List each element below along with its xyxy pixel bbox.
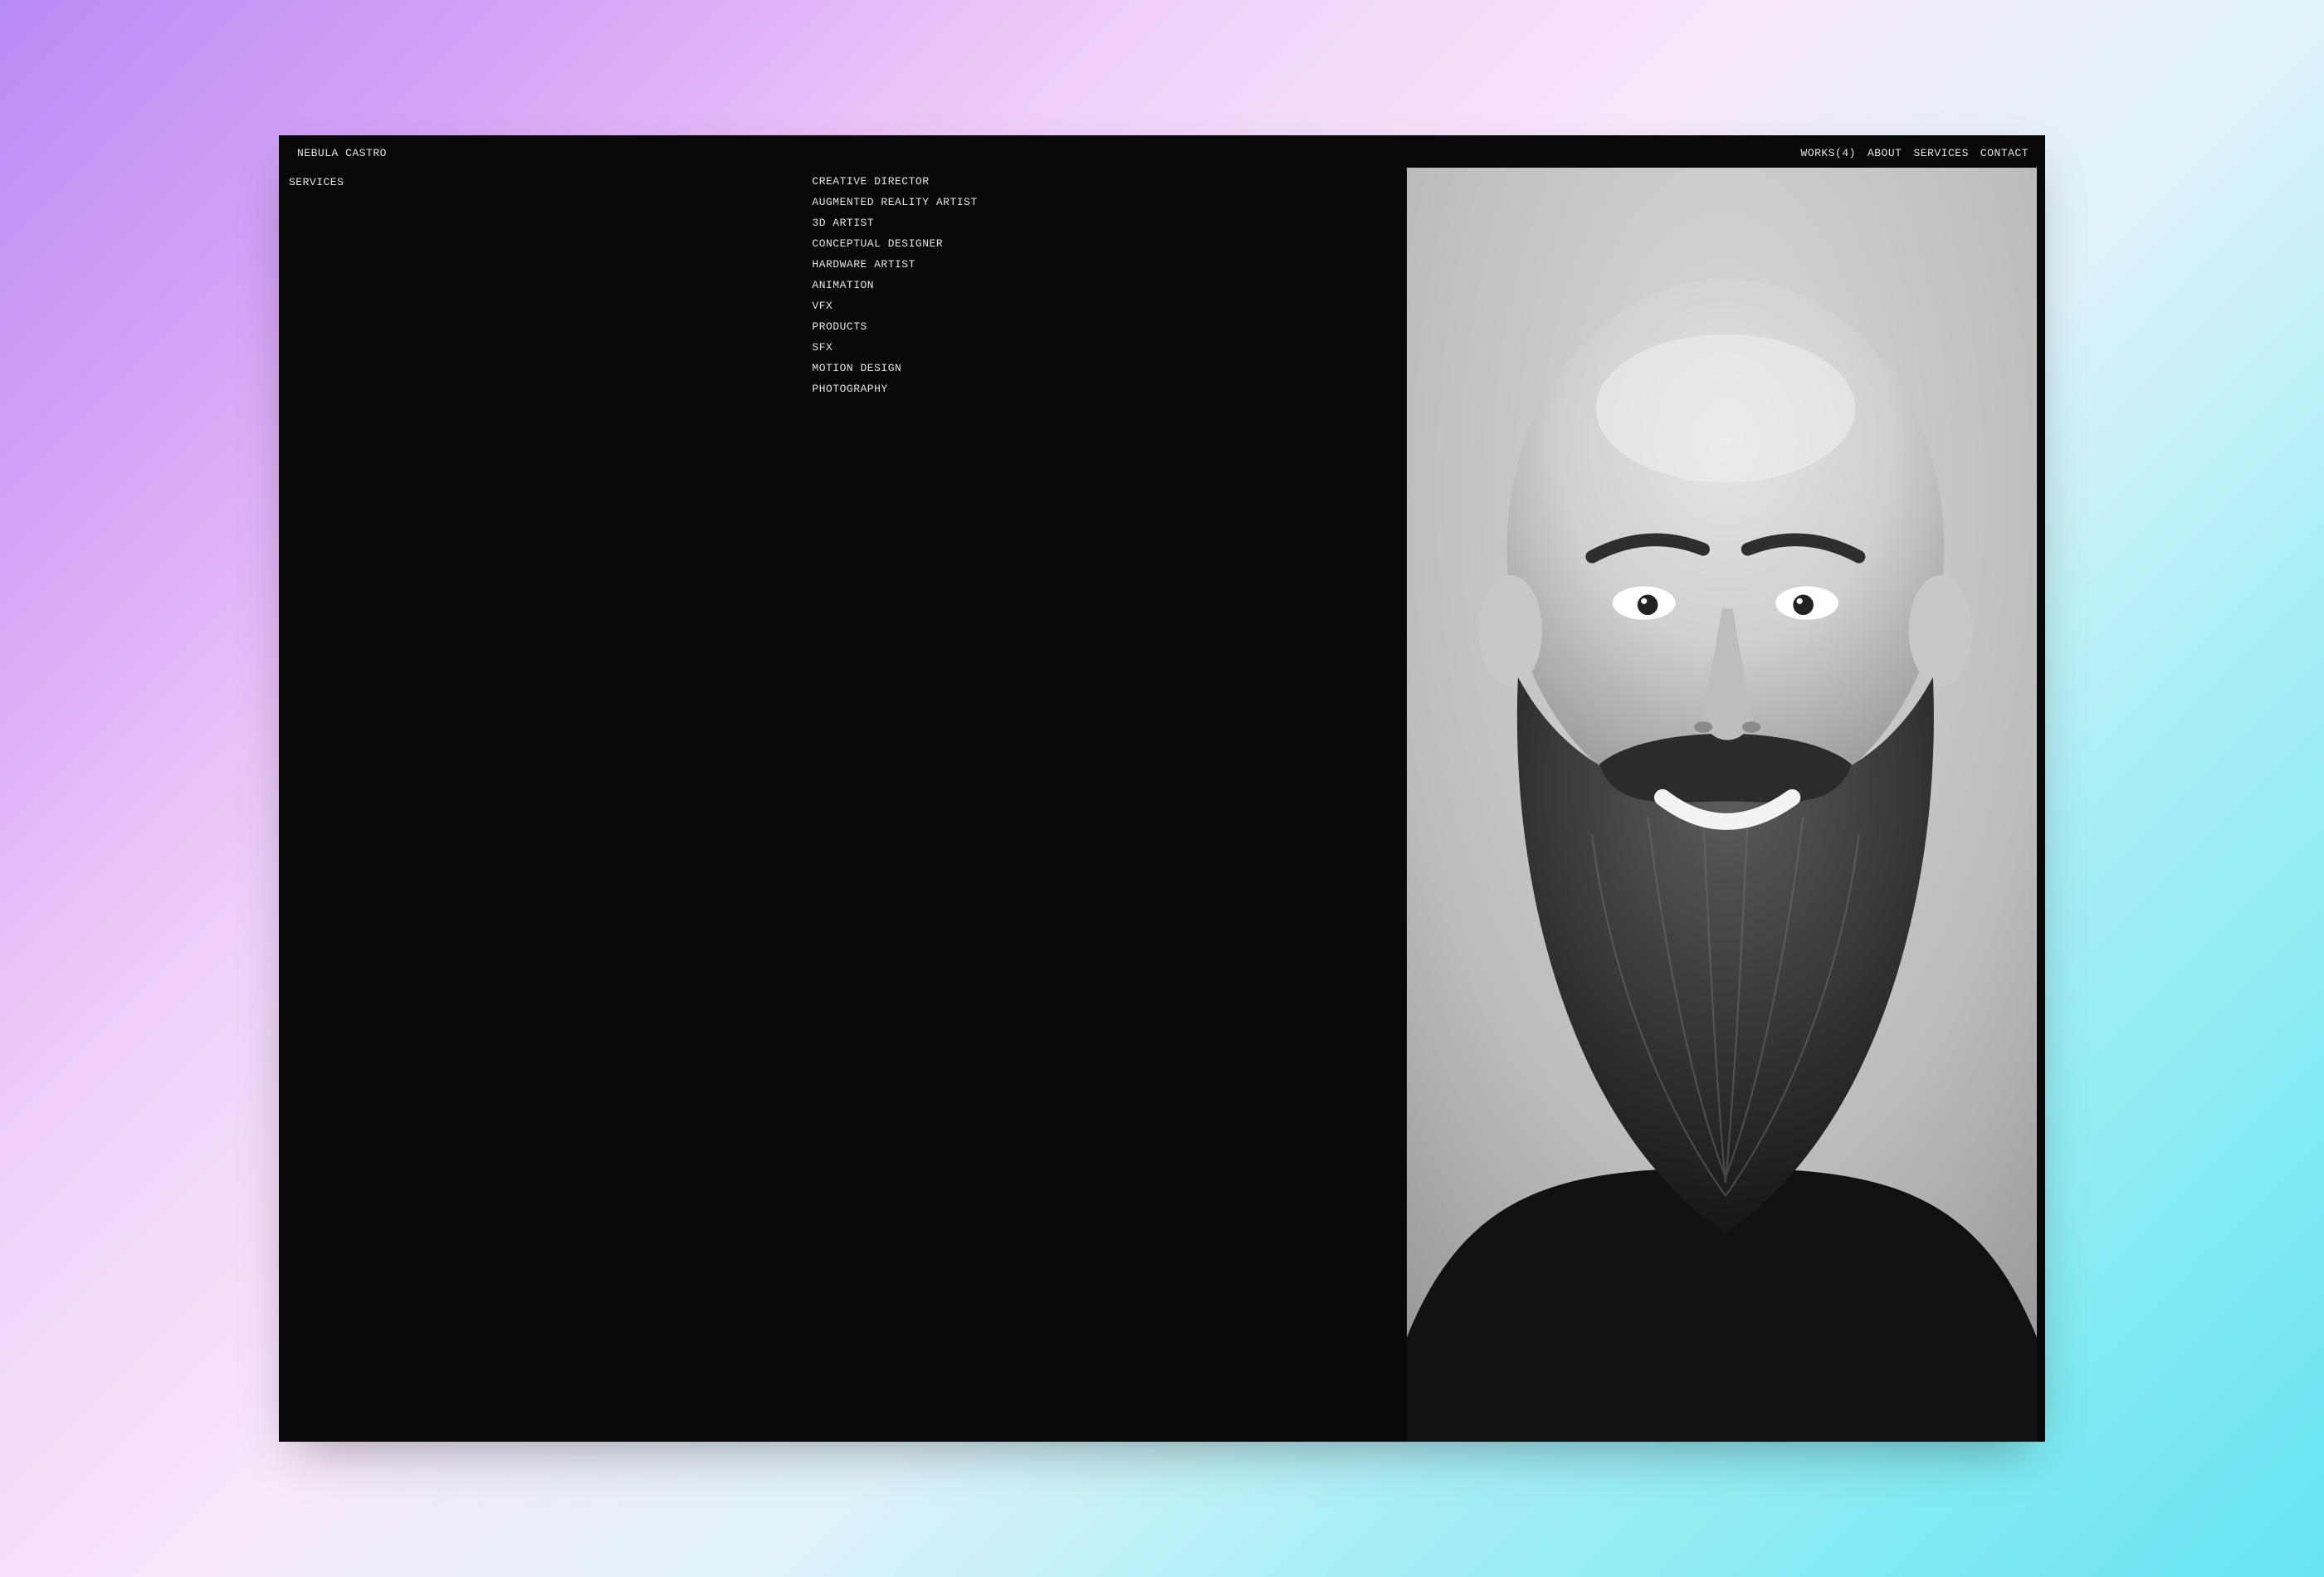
service-item: ANIMATION: [812, 275, 1407, 295]
service-item: CONCEPTUAL DESIGNER: [812, 233, 1407, 254]
service-item: SFX: [812, 337, 1407, 358]
portrait-column: [1407, 168, 2037, 1442]
service-item: VFX: [812, 295, 1407, 316]
services-column: CREATIVE DIRECTOR AUGMENTED REALITY ARTI…: [812, 168, 1407, 1442]
service-item: 3D ARTIST: [812, 212, 1407, 233]
topbar: NEBULA CASTRO WORKS(4) ABOUT SERVICES CO…: [279, 135, 2045, 168]
service-item: HARDWARE ARTIST: [812, 254, 1407, 275]
section-title-column: SERVICES: [287, 168, 812, 1442]
service-item: CREATIVE DIRECTOR: [812, 171, 1407, 192]
brand-name[interactable]: NEBULA CASTRO: [297, 147, 387, 159]
main-nav: WORKS(4) ABOUT SERVICES CONTACT: [1801, 147, 2029, 159]
service-item: PRODUCTS: [812, 316, 1407, 337]
portrait-photo: [1407, 168, 2037, 1442]
content-area: SERVICES CREATIVE DIRECTOR AUGMENTED REA…: [279, 168, 2045, 1442]
portfolio-page: NEBULA CASTRO WORKS(4) ABOUT SERVICES CO…: [279, 135, 2045, 1442]
nav-contact[interactable]: CONTACT: [1980, 147, 2029, 159]
nav-services[interactable]: SERVICES: [1913, 147, 1968, 159]
nav-about[interactable]: ABOUT: [1868, 147, 1902, 159]
service-item: AUGMENTED REALITY ARTIST: [812, 192, 1407, 212]
services-list: CREATIVE DIRECTOR AUGMENTED REALITY ARTI…: [812, 171, 1407, 399]
nav-works[interactable]: WORKS(4): [1801, 147, 1856, 159]
section-title: SERVICES: [289, 176, 812, 188]
service-item: PHOTOGRAPHY: [812, 378, 1407, 399]
service-item: MOTION DESIGN: [812, 358, 1407, 378]
